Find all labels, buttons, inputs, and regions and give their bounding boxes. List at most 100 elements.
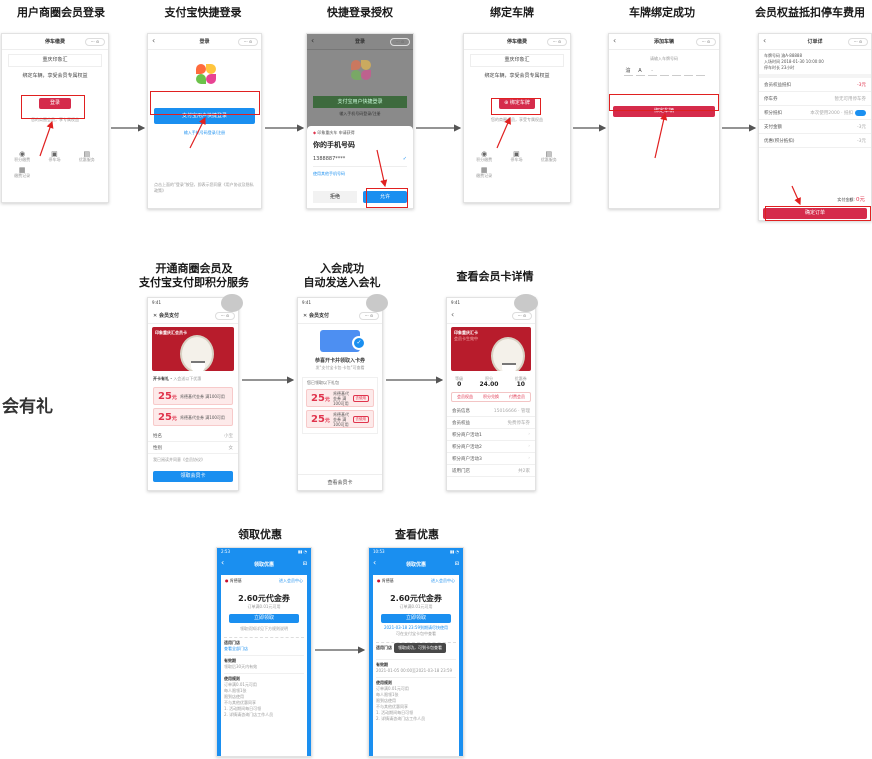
row-value: 共2家 xyxy=(518,468,530,474)
capsule-menu[interactable]: ··· ⊙ xyxy=(238,38,258,46)
card-row[interactable]: 适用门店 共2家 xyxy=(447,465,535,477)
capsule-menu[interactable]: ··· ⊙ xyxy=(848,38,868,46)
use-coupon-button[interactable]: 去使用 xyxy=(352,394,369,402)
plate-char[interactable]: · xyxy=(647,68,657,76)
close-icon[interactable]: ✕ xyxy=(303,313,307,319)
stores-link[interactable]: 查看全部门店 xyxy=(224,646,304,652)
coupon-condition: 订单满0.01元可用 xyxy=(399,604,433,609)
grid-item[interactable]: ▤ 优惠服务 xyxy=(71,151,103,163)
action-member-perks[interactable]: 会员权益 xyxy=(457,394,473,400)
plate-char[interactable]: A xyxy=(635,68,645,76)
plate-char[interactable]: 渝 xyxy=(623,68,633,76)
mall-location[interactable]: 重庆印象汇 xyxy=(470,54,564,67)
card-row[interactable]: 会员权益 免费停车券 xyxy=(447,417,535,429)
stores-section: 适用门店 领取成功，可到卡包查看 xyxy=(376,642,456,653)
stat-item[interactable]: 积分 24.00 xyxy=(479,376,498,388)
fee-row[interactable]: 停车券 暂无可用停车券 xyxy=(759,92,871,106)
nav-title: 登录 xyxy=(199,39,210,45)
period-value: 领取后30天内有效 xyxy=(224,664,258,669)
bind-prompt: 绑定车辆，享受会员专属权益 xyxy=(22,73,88,79)
capsule-menu[interactable]: ··· ⊙ xyxy=(547,38,567,46)
reject-button[interactable]: 拒绝 xyxy=(313,191,357,203)
view-card-button[interactable]: 查看会员卡 xyxy=(298,474,382,490)
highlight-box xyxy=(765,206,871,221)
title-bind-success: 车牌绑定成功 xyxy=(629,6,695,19)
flower-logo-icon xyxy=(351,60,371,80)
back-icon[interactable]: ‹ xyxy=(373,558,376,567)
period-section: 有效期 领取后30天内有效 xyxy=(224,655,304,670)
card-row[interactable]: 积分商户活动1 › xyxy=(447,429,535,441)
navbar: ‹ 登录 ··· ⊙ xyxy=(307,34,413,50)
fee-row[interactable]: 积分抵扣 本次使用2000 · 抵扣 xyxy=(759,106,871,120)
back-icon[interactable]: ‹ xyxy=(221,558,224,567)
card-row[interactable]: 会员信息 15016666 · 管理 xyxy=(447,405,535,417)
close-icon[interactable]: ⊡ xyxy=(303,561,307,567)
member-center-link[interactable]: 进入会员中心 xyxy=(279,578,303,584)
bind-hint: 您的商圈会员，享受专属权益 xyxy=(491,117,543,122)
agreement-text[interactable]: 我已阅读并同意《会员协议》 xyxy=(148,454,238,466)
form-row[interactable]: 性别 女 xyxy=(148,442,238,454)
toggle-switch[interactable] xyxy=(855,109,866,116)
card-row[interactable]: 积分商户活动3 › xyxy=(447,453,535,465)
mall-location[interactable]: 重庆印象汇 xyxy=(8,54,102,67)
grid-item[interactable]: ◉ 积分缴费 xyxy=(468,151,500,163)
plate-char[interactable] xyxy=(671,68,681,76)
navbar: ‹ 订单详 ··· ⊙ xyxy=(759,34,871,50)
get-card-button[interactable]: 领取会员卡 xyxy=(153,471,233,482)
capsule-menu[interactable]: ··· ⊙ xyxy=(215,312,235,320)
pay-label: 实付金额: xyxy=(837,197,855,202)
section-label: 会有礼 xyxy=(2,397,53,417)
grid-item[interactable]: ▤ 优惠服务 xyxy=(533,151,565,163)
coupon-card: 25元 肯德基代金券 满100可用 xyxy=(153,387,233,405)
stat-item[interactable]: 等级 0 xyxy=(455,376,463,388)
phone-login-link[interactable]: 输入手机号码登录/注册 xyxy=(148,130,261,136)
back-icon[interactable]: ‹ xyxy=(152,36,155,45)
stat-item[interactable]: 优惠券 10 xyxy=(515,376,527,388)
card-row[interactable]: 积分商户活动2 › xyxy=(447,441,535,453)
grid-item-label: 积分缴费 xyxy=(476,157,493,162)
back-icon[interactable]: ‹ xyxy=(451,310,454,319)
grid-item[interactable]: ◉ 积分缴费 xyxy=(6,151,38,163)
plate-char[interactable] xyxy=(683,68,693,76)
member-center-link[interactable]: 进入会员中心 xyxy=(431,578,455,584)
capsule-menu[interactable]: ··· ⊙ xyxy=(512,312,532,320)
capsule-menu[interactable]: ··· ⊙ xyxy=(85,38,105,46)
action-points-exchange[interactable]: 积分兑换 xyxy=(483,394,499,400)
use-coupon-button[interactable]: 去使用 xyxy=(352,415,369,423)
coupon-value: 25 xyxy=(311,413,325,425)
action-paid-member[interactable]: 付费会员 xyxy=(509,394,525,400)
back-icon[interactable]: ‹ xyxy=(613,36,616,45)
plate-char[interactable] xyxy=(695,68,705,76)
plate-input[interactable]: 渝 A · xyxy=(609,68,719,76)
navbar: ‹ 领取优惠 ⊡ xyxy=(217,556,311,572)
title-open-member-line1: 开通商圈会员及 xyxy=(155,262,233,275)
back-icon[interactable]: ‹ xyxy=(763,36,766,45)
other-number-link[interactable]: 使用其他手机号码 xyxy=(313,171,407,177)
title-card-detail: 查看会员卡详情 xyxy=(456,270,534,283)
brand-name: 肯德基 xyxy=(229,578,242,583)
grid-item-label: 积分缴费 xyxy=(14,157,31,162)
close-icon[interactable]: ✕ xyxy=(153,313,157,319)
claim-button[interactable]: 立即领取 xyxy=(229,614,299,623)
form-value: 女 xyxy=(228,445,234,451)
claim-button[interactable]: 立即领取 xyxy=(381,614,451,623)
phone-number-option[interactable]: 1388887**** ✓ xyxy=(313,156,407,167)
plate-char[interactable] xyxy=(659,68,669,76)
grid-item[interactable]: ▣ 停车场 xyxy=(500,151,532,163)
capsule-menu[interactable]: ··· ⊙ xyxy=(696,38,716,46)
card-mall-name: 印象重庆汇卡 xyxy=(454,330,478,335)
grid-item[interactable]: ▦ 缴费记录 xyxy=(6,167,38,179)
capsule-menu[interactable]: ··· ⊙ xyxy=(359,312,379,320)
colonel-image xyxy=(180,335,214,371)
grid-item[interactable]: ▦ 缴费记录 xyxy=(468,167,500,179)
phone-get-coupon: 2:53 ▮▮ ◔ ‹ 领取优惠 ⊡ ● 肯德基 进入会员中心 2.60元代金券 订单… xyxy=(216,547,312,757)
close-icon[interactable]: ⊡ xyxy=(455,561,459,567)
form-row[interactable]: 姓名 小宝 xyxy=(148,430,238,442)
grid-item[interactable]: ▣ 停车场 xyxy=(38,151,70,163)
grid-item-label: 缴费记录 xyxy=(476,173,493,178)
title-join-success-line1: 入会成功 xyxy=(320,262,364,275)
avatar-bubble xyxy=(221,294,243,312)
claimed-sub: 可在支付宝卡包中查看 xyxy=(396,631,436,636)
capsule-menu[interactable]: ··· ⊙ xyxy=(390,38,410,46)
back-icon[interactable]: ‹ xyxy=(311,36,314,45)
